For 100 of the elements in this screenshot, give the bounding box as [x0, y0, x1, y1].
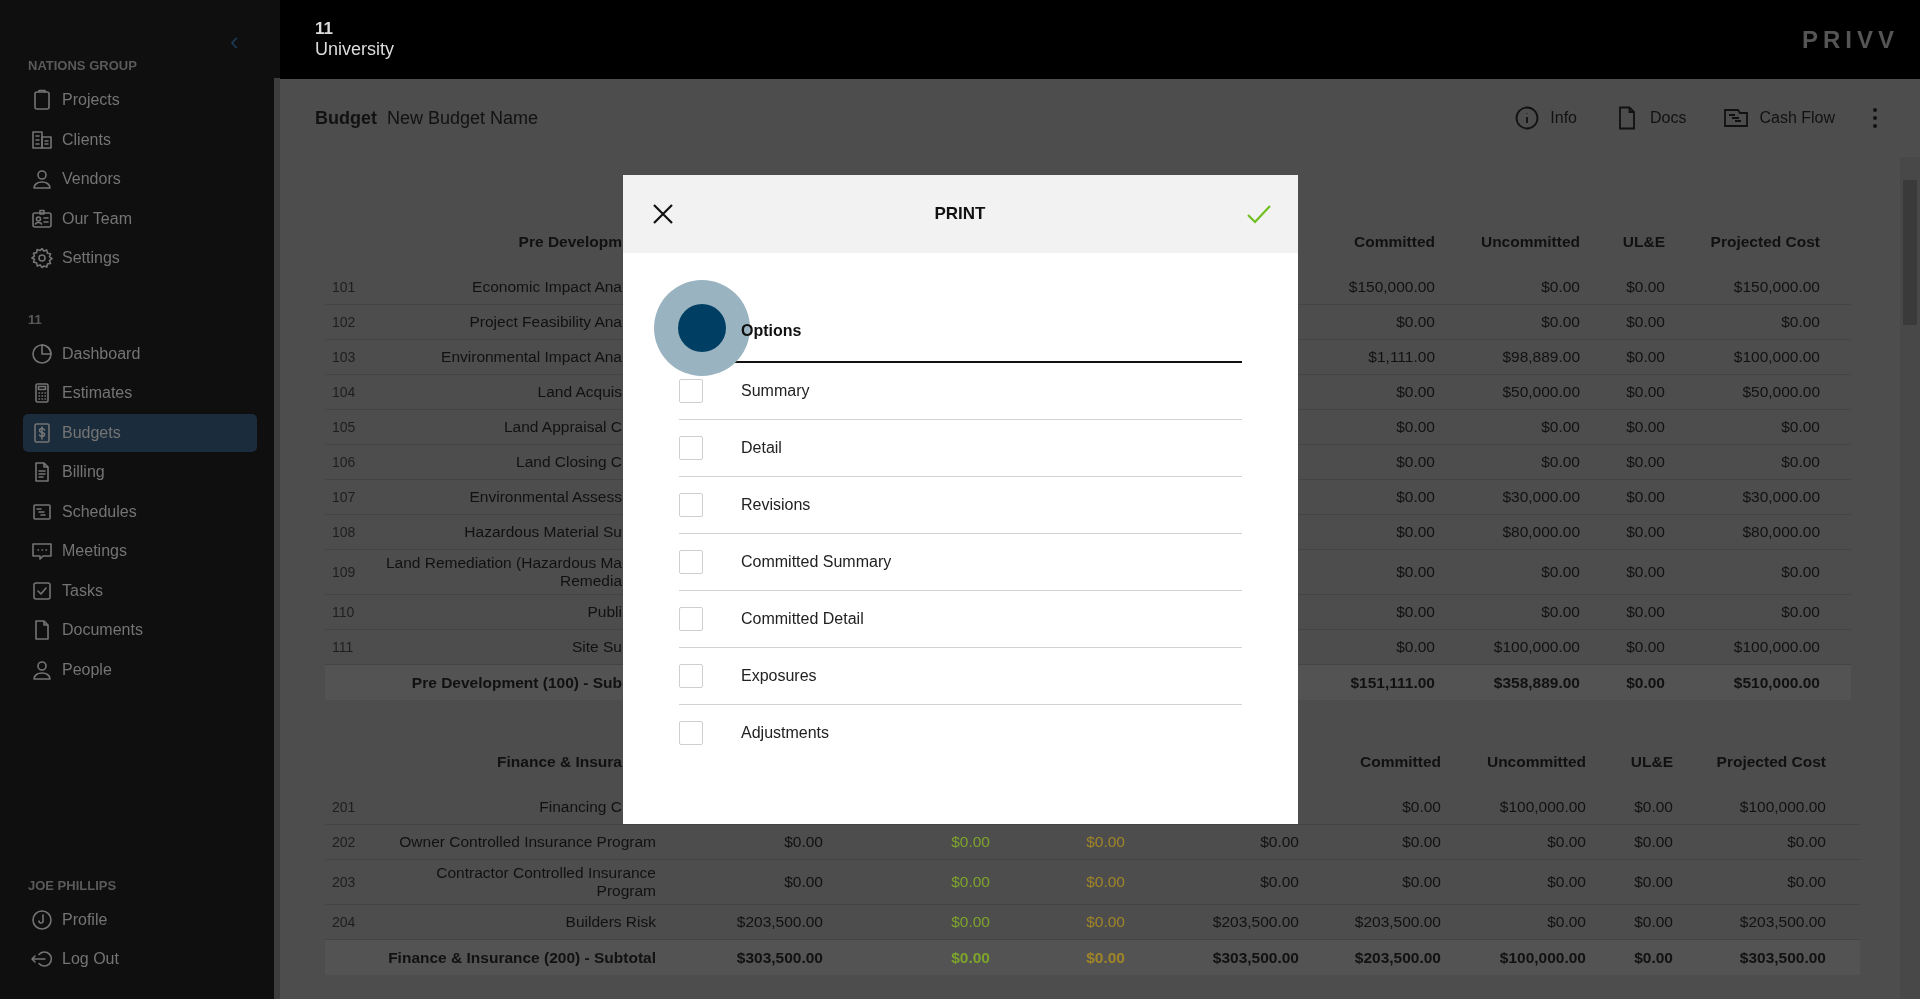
amount: $0.00: [951, 873, 990, 891]
amount: $0.00: [1547, 833, 1586, 851]
amount: $0.00: [1626, 348, 1665, 366]
amount: $0.00: [1781, 418, 1820, 436]
amount: $0.00: [1541, 563, 1580, 581]
amount: $100,000.00: [1499, 948, 1586, 967]
checkbox[interactable]: [679, 664, 703, 688]
column-header: UL&E: [1622, 232, 1665, 251]
nav-item[interactable]: People: [23, 650, 257, 689]
amount: $0.00: [1626, 418, 1665, 436]
amount: $30,000.00: [1502, 488, 1580, 506]
more-icon[interactable]: [1872, 107, 1878, 129]
toolbar-button[interactable]: Cash Flow: [1723, 105, 1835, 131]
line-item-name: Land Remediation (Hazardous Ma Remedia: [385, 554, 622, 590]
amount: $0.00: [951, 913, 990, 931]
option-label: Summary: [741, 382, 810, 400]
amount: $0.00: [1541, 603, 1580, 621]
checkbox[interactable]: [679, 721, 703, 745]
amount: $0.00: [1634, 948, 1673, 967]
column-header: Committed: [1360, 752, 1441, 771]
scrollbar[interactable]: [274, 78, 280, 999]
nav-item[interactable]: Documents: [23, 611, 257, 649]
nav-item[interactable]: Vendors: [23, 160, 257, 198]
line-item-name: Financing C: [539, 798, 622, 816]
amount: $0.00: [1541, 418, 1580, 436]
amount: $303,500.00: [1212, 948, 1299, 967]
amount: $50,000.00: [1742, 383, 1820, 401]
nav-item[interactable]: Billing: [23, 453, 257, 491]
nav-item[interactable]: Projects: [23, 81, 257, 119]
checkbox[interactable]: [679, 379, 703, 403]
amount: $50,000.00: [1502, 383, 1580, 401]
amount: $0.00: [1541, 453, 1580, 471]
amount: $0.00: [951, 948, 990, 967]
amount: $358,889.00: [1493, 673, 1580, 692]
amount: $0.00: [1086, 913, 1125, 931]
checkbox[interactable]: [679, 493, 703, 517]
nav-item[interactable]: Budgets: [23, 413, 257, 452]
checkbox[interactable]: [679, 436, 703, 460]
info-icon: [1514, 105, 1541, 131]
toolbar-button[interactable]: Info: [1514, 105, 1577, 131]
amount: $30,000.00: [1742, 488, 1820, 506]
column-header: Uncommitted: [1480, 232, 1580, 251]
line-item-name: Land Appraisal C: [503, 418, 622, 436]
gear-icon: [30, 246, 54, 270]
amount: $80,000.00: [1502, 523, 1580, 541]
logo: PRIVV: [1801, 25, 1899, 54]
amount: $0.00: [1781, 603, 1820, 621]
nav-item[interactable]: Our Team: [23, 199, 257, 238]
nav-item[interactable]: Schedules: [23, 492, 257, 531]
amount: $0.00: [1260, 873, 1299, 891]
subtotal-label: Pre Development (100) - Sub: [411, 673, 622, 692]
line-item-name: Site Su: [572, 638, 622, 656]
section-label: JOE PHILLIPS: [28, 877, 118, 893]
option-label: Exposures: [741, 667, 817, 685]
column-header: Projected Cost: [1710, 232, 1820, 251]
line-item-name: Publi: [587, 603, 622, 621]
nav-item[interactable]: Tasks: [23, 571, 257, 610]
line-item-name: Environmental Assess: [469, 488, 622, 506]
section-label: 11: [28, 311, 43, 327]
amount: $0.00: [1781, 453, 1820, 471]
amount: $0.00: [1402, 833, 1441, 851]
section-label: NATIONS GROUP: [28, 58, 138, 73]
amount: $100,000.00: [1733, 638, 1820, 656]
group-heading: Finance & Insura: [497, 752, 622, 771]
amount: $0.00: [784, 833, 823, 851]
amount: $0.00: [1396, 453, 1435, 471]
amount: $0.00: [1634, 798, 1673, 816]
amount: $0.00: [1634, 833, 1673, 851]
amount: $0.00: [1626, 523, 1665, 541]
nav-item[interactable]: Estimates: [23, 374, 257, 412]
line-item-name: Owner Controlled Insurance Program: [399, 833, 656, 851]
amount: $0.00: [1547, 873, 1586, 891]
amount: $303,500.00: [736, 948, 823, 967]
nav-item[interactable]: Meetings: [23, 532, 257, 570]
option-label: Committed Detail: [741, 610, 864, 628]
nav-item[interactable]: Log Out: [23, 940, 257, 978]
amount: $0.00: [1086, 873, 1125, 891]
column-header: Committed: [1354, 232, 1435, 251]
amount: $100,000.00: [1493, 638, 1580, 656]
amount: $151,111.00: [1350, 673, 1435, 692]
column-header: Projected Cost: [1716, 752, 1826, 771]
amount: $150,000.00: [1733, 278, 1820, 296]
option-label: Adjustments: [741, 724, 830, 742]
nav-item[interactable]: Clients: [23, 120, 257, 159]
amount: $510,000.00: [1733, 673, 1820, 692]
toolbar-button[interactable]: Docs: [1613, 105, 1687, 131]
checkbox[interactable]: [679, 550, 703, 574]
amount: $0.00: [1396, 488, 1435, 506]
amount: $0.00: [1541, 278, 1580, 296]
nav-item[interactable]: Profile: [23, 900, 257, 939]
amount: $0.00: [1781, 563, 1820, 581]
amount: $203,500.00: [1212, 913, 1299, 931]
page-title: Budget: [315, 107, 377, 129]
amount: $0.00: [1396, 418, 1435, 436]
nav-item[interactable]: Dashboard: [23, 334, 257, 373]
amount: $203,500.00: [1739, 913, 1826, 931]
amount: $0.00: [1626, 638, 1665, 656]
amount: $150,000.00: [1348, 278, 1435, 296]
nav-item[interactable]: Settings: [23, 239, 257, 277]
checkbox[interactable]: [679, 607, 703, 631]
